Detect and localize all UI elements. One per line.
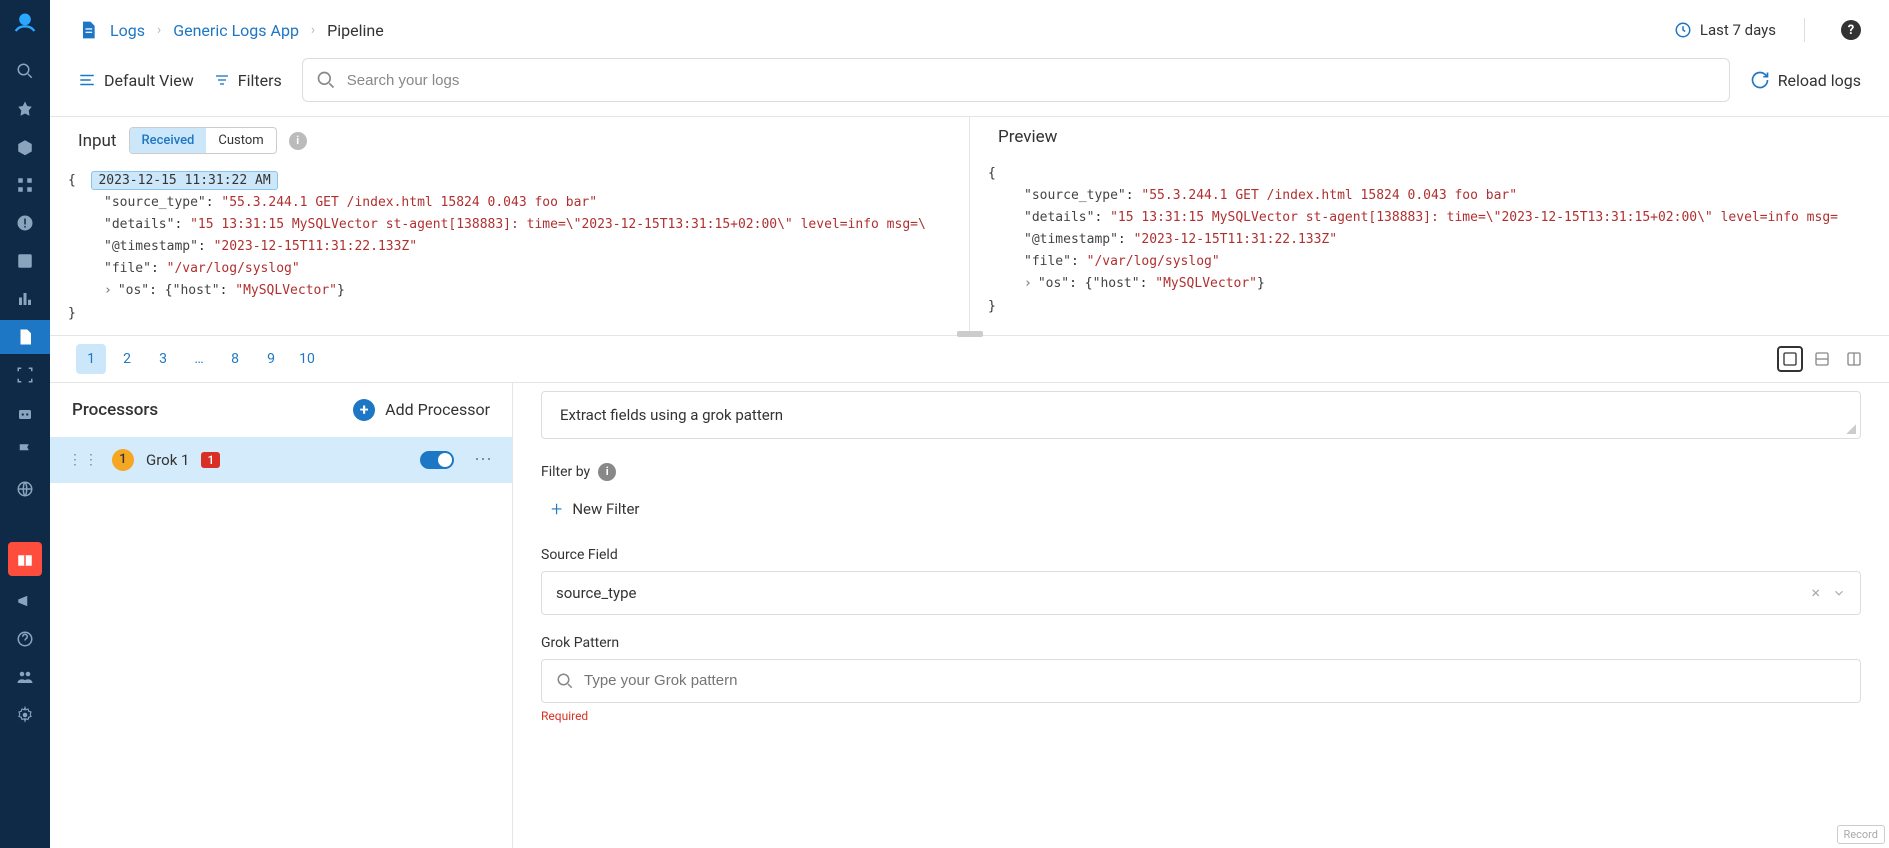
processor-toggle[interactable]	[420, 451, 454, 469]
input-panel: Input Received Custom i { 2023-12-15 11:…	[50, 117, 969, 335]
processor-name: Grok 1	[146, 451, 189, 469]
time-range-picker[interactable]: Last 7 days	[1674, 21, 1776, 39]
help-button[interactable]: ?	[1841, 20, 1861, 40]
reload-icon	[1750, 70, 1770, 90]
page-dots: …	[184, 344, 214, 374]
search-icon	[316, 70, 336, 90]
clock-icon	[1674, 21, 1692, 39]
nav-flag-icon[interactable]	[0, 434, 50, 468]
filter-by-label: Filter by	[541, 464, 590, 480]
page-icon	[78, 20, 98, 40]
time-range-label: Last 7 days	[1700, 21, 1776, 39]
clear-icon[interactable]: ×	[1811, 583, 1820, 602]
processor-config-panel: Extract fields using a grok pattern Filt…	[513, 383, 1889, 848]
nav-help-icon[interactable]	[0, 622, 50, 656]
layout-split-h-icon[interactable]	[1809, 346, 1835, 372]
input-tabs: Received Custom	[129, 127, 277, 154]
textarea-resize-handle[interactable]	[1846, 424, 1856, 434]
page-2[interactable]: 2	[112, 344, 142, 374]
reload-button[interactable]: Reload logs	[1750, 70, 1861, 90]
nav-bot-icon[interactable]	[0, 396, 50, 430]
pager: 1 2 3 … 8 9 10	[50, 336, 1889, 383]
grok-pattern-input[interactable]	[584, 672, 1846, 689]
crumb-pipeline: Pipeline	[327, 21, 384, 40]
tab-received[interactable]: Received	[130, 128, 207, 153]
page-8[interactable]: 8	[220, 344, 250, 374]
processors-panel: Processors + Add Processor ⋮⋮ 1 Grok 1 1…	[50, 383, 513, 848]
input-json[interactable]: { 2023-12-15 11:31:22 AM "source_type": …	[50, 164, 969, 335]
info-icon[interactable]: i	[598, 463, 616, 481]
preview-panel: Preview { "source_type": "55.3.244.1 GET…	[970, 117, 1889, 335]
nav-search-icon[interactable]	[0, 54, 50, 88]
list-icon	[78, 71, 96, 89]
new-filter-button[interactable]: + New Filter	[541, 491, 1861, 527]
crumb-sep: ›	[311, 22, 315, 38]
add-processor-button[interactable]: + Add Processor	[353, 399, 490, 421]
page-9[interactable]: 9	[256, 344, 286, 374]
chevron-down-icon	[1832, 586, 1846, 600]
record-button[interactable]: Record	[1837, 825, 1885, 844]
expand-os-preview[interactable]	[1024, 276, 1038, 291]
expand-os[interactable]	[104, 283, 118, 298]
preview-title: Preview	[998, 127, 1057, 147]
io-panels: Input Received Custom i { 2023-12-15 11:…	[50, 117, 1889, 336]
error-badge: 1	[201, 452, 220, 468]
nav-chart-icon[interactable]	[0, 282, 50, 316]
plus-circle-icon: +	[353, 399, 375, 421]
processors-title: Processors	[72, 400, 158, 420]
search-icon	[556, 672, 574, 690]
more-menu-icon[interactable]: ⋯	[474, 449, 494, 470]
page-3[interactable]: 3	[148, 344, 178, 374]
nav-gift-icon[interactable]	[8, 542, 42, 576]
logo-icon[interactable]	[9, 8, 41, 40]
sidebar-nav	[0, 0, 50, 848]
page-10[interactable]: 10	[292, 344, 322, 374]
grok-pattern-label: Grok Pattern	[541, 635, 1861, 651]
nav-announce-icon[interactable]	[0, 584, 50, 618]
nav-logs-icon[interactable]	[0, 320, 50, 354]
layout-single-icon[interactable]	[1777, 346, 1803, 372]
required-hint: Required	[541, 709, 1861, 723]
crumb-sep: ›	[157, 22, 161, 38]
description-textarea[interactable]: Extract fields using a grok pattern	[541, 391, 1861, 439]
processor-item-grok[interactable]: ⋮⋮ 1 Grok 1 1 ⋯	[50, 437, 512, 483]
toolbar: Default View Filters Reload logs	[50, 52, 1889, 116]
search-input[interactable]	[302, 58, 1730, 102]
preview-json[interactable]: { "source_type": "55.3.244.1 GET /index.…	[970, 157, 1889, 328]
tab-custom[interactable]: Custom	[206, 128, 275, 153]
input-title: Input	[78, 131, 117, 151]
source-field-label: Source Field	[541, 547, 1861, 563]
crumb-logs[interactable]: Logs	[110, 21, 145, 40]
browser-bookmarks-bar	[50, 0, 1889, 8]
nav-team-icon[interactable]	[0, 660, 50, 694]
nav-rocket-icon[interactable]	[0, 92, 50, 126]
crumb-app[interactable]: Generic Logs App	[173, 21, 299, 40]
source-field-select[interactable]: source_type ×	[541, 571, 1861, 615]
drag-handle-icon[interactable]: ⋮⋮	[68, 452, 100, 468]
layout-split-v-icon[interactable]	[1841, 346, 1867, 372]
nav-inbox-icon[interactable]	[0, 130, 50, 164]
nav-apps-icon[interactable]	[0, 168, 50, 202]
nav-settings-icon[interactable]	[0, 698, 50, 732]
info-icon[interactable]: i	[289, 132, 307, 150]
timestamp-chip[interactable]: 2023-12-15 11:31:22 AM	[91, 171, 277, 190]
nav-dashboard-icon[interactable]	[0, 244, 50, 278]
nav-globe-icon[interactable]	[0, 472, 50, 506]
filter-icon	[214, 72, 230, 88]
default-view-button[interactable]: Default View	[78, 71, 194, 90]
filters-button[interactable]: Filters	[214, 71, 282, 90]
breadcrumb-bar: Logs › Generic Logs App › Pipeline Last …	[50, 8, 1889, 52]
plus-icon: +	[551, 497, 562, 521]
processor-number-badge: 1	[112, 449, 134, 471]
nav-scan-icon[interactable]	[0, 358, 50, 392]
page-1[interactable]: 1	[76, 344, 106, 374]
nav-alert-icon[interactable]	[0, 206, 50, 240]
